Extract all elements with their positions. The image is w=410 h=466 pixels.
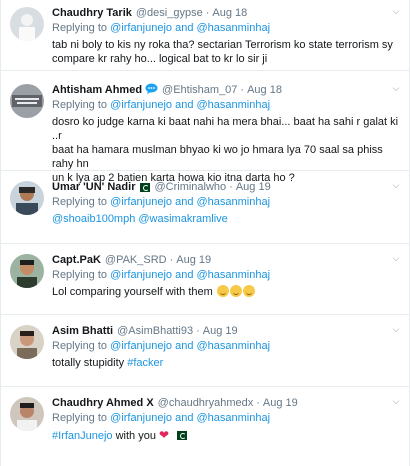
- replying-to-users[interactable]: @irfanjunejo and @hasanminhaj: [110, 340, 270, 352]
- rolling-laughing-emoji-icon: [229, 285, 242, 297]
- chevron-down-icon[interactable]: ⌵: [391, 324, 401, 334]
- replying-to-label: Replying to: [52, 412, 108, 424]
- separator: ·: [240, 84, 245, 96]
- chevron-down-icon[interactable]: ⌵: [391, 6, 401, 16]
- separator: ·: [229, 181, 233, 193]
- timestamp[interactable]: Aug 18: [212, 6, 247, 20]
- tweet[interactable]: Chaudhry Tarik @desi_gypse · Aug 18 Repl…: [1, 0, 409, 71]
- separator: ·: [196, 325, 200, 337]
- user-handle[interactable]: @Criminalwho: [154, 180, 226, 194]
- tweet-body: Asim Bhatti @AsimBhatti93 · Aug 19 Reply…: [52, 324, 401, 386]
- tweet-header: Chaudhry Ahmed X @chaudhryahmedx · Aug 1…: [52, 396, 401, 410]
- tweet-body: Chaudhry Tarik @desi_gypse · Aug 18 Repl…: [52, 6, 401, 70]
- tweet-text-content: totally stupidity: [52, 357, 125, 369]
- display-name[interactable]: Asim Bhatti: [52, 324, 113, 338]
- display-name[interactable]: Ahtisham Ahmed: [52, 83, 142, 97]
- tweet[interactable]: Capt.PaK @PAK_SRD · Aug 19 Replying to @…: [1, 244, 409, 315]
- avatar[interactable]: [10, 7, 44, 41]
- tweet[interactable]: Ahtisham Ahmed @Ehtisham_07 · Aug 18 Rep…: [1, 71, 409, 184]
- tweet-text-content: Lol comparing yourself with them: [52, 286, 213, 298]
- separator: ·: [256, 397, 260, 409]
- replying-to-label: Replying to: [52, 196, 108, 208]
- tweet-text: tab ni boly to kis ny roka tha? sectaria…: [52, 38, 401, 66]
- tweet-text-content: with you: [115, 430, 156, 442]
- avatar[interactable]: [10, 84, 44, 118]
- user-handle[interactable]: @AsimBhatti93: [117, 324, 193, 338]
- replying-to-label: Replying to: [52, 22, 108, 34]
- replying-to-label: Replying to: [52, 269, 108, 281]
- tweet-body: Chaudhry Ahmed X @chaudhryahmedx · Aug 1…: [52, 396, 401, 466]
- tweet-text: @shoaib100mph @wasimakramlive: [52, 212, 401, 226]
- replying-to: Replying to @irfanjunejo and @hasanminha…: [52, 411, 401, 425]
- tweet-body: Capt.PaK @PAK_SRD · Aug 19 Replying to @…: [52, 253, 401, 314]
- replying-to: Replying to @irfanjunejo and @hasanminha…: [52, 268, 401, 282]
- tweet-header: Chaudhry Tarik @desi_gypse · Aug 18: [52, 6, 401, 20]
- tweet-header: Asim Bhatti @AsimBhatti93 · Aug 19: [52, 324, 401, 338]
- avatar[interactable]: [10, 254, 44, 288]
- avatar[interactable]: [10, 181, 44, 215]
- replying-to-users[interactable]: @irfanjunejo and @hasanminhaj: [110, 99, 270, 111]
- replying-to: Replying to @irfanjunejo and @hasanminha…: [52, 339, 401, 353]
- pakistan-flag-icon: [174, 431, 188, 440]
- hashtag-link[interactable]: #facker: [127, 357, 163, 369]
- replying-to-users[interactable]: @irfanjunejo and @hasanminhaj: [110, 412, 270, 424]
- avatar[interactable]: [10, 397, 44, 431]
- avatar[interactable]: [10, 325, 44, 359]
- display-name[interactable]: Capt.PaK: [52, 253, 101, 267]
- chevron-down-icon[interactable]: ⌵: [391, 396, 401, 406]
- separator: ·: [205, 7, 210, 19]
- replying-to: Replying to @irfanjunejo and @hasanminha…: [52, 195, 401, 209]
- display-name[interactable]: Chaudhry Ahmed X: [52, 396, 154, 410]
- tweet-text-line: dosro ko judge karna ki baat nahi ha mer…: [52, 116, 399, 142]
- chevron-down-icon[interactable]: ⌵: [391, 180, 401, 190]
- tweet-header: Capt.PaK @PAK_SRD · Aug 19: [52, 253, 401, 267]
- pakistan-flag-icon: [137, 182, 151, 192]
- tweet-text-line: baat ha hamara muslman bhyao ki wo jo hm…: [52, 144, 383, 170]
- replying-to: Replying to @irfanjunejo and @hasanminha…: [52, 98, 401, 112]
- hashtag-link[interactable]: #IrfanJunejo: [52, 430, 113, 442]
- replying-to-label: Replying to: [52, 340, 108, 352]
- user-handle[interactable]: @chaudhryahmedx: [158, 396, 254, 410]
- timestamp[interactable]: Aug 19: [203, 324, 238, 338]
- timestamp[interactable]: Aug 18: [247, 83, 282, 97]
- chevron-down-icon[interactable]: ⌵: [391, 83, 401, 93]
- tweet-header: Ahtisham Ahmed @Ehtisham_07 · Aug 18: [52, 83, 401, 97]
- tweet[interactable]: Umar 'UN' Nadir @Criminalwho · Aug 19 Re…: [1, 171, 409, 244]
- rolling-laughing-emoji-icon: [242, 285, 255, 297]
- tweet-header: Umar 'UN' Nadir @Criminalwho · Aug 19: [52, 180, 401, 194]
- user-handle[interactable]: @desi_gypse: [136, 6, 203, 20]
- red-heart-icon: ❤: [159, 428, 170, 442]
- tweet-text: totally stupidity #facker: [52, 356, 401, 370]
- separator: ·: [169, 254, 174, 266]
- display-name[interactable]: Chaudhry Tarik: [52, 6, 132, 20]
- timestamp[interactable]: Aug 19: [176, 253, 211, 267]
- replying-to-users[interactable]: @irfanjunejo and @hasanminhaj: [110, 22, 270, 34]
- mention-links[interactable]: @shoaib100mph @wasimakramlive: [52, 213, 228, 225]
- tweet-text: Lol comparing yourself with them: [52, 285, 401, 299]
- tweet[interactable]: Chaudhry Ahmed X @chaudhryahmedx · Aug 1…: [1, 387, 409, 466]
- replying-to-users[interactable]: @irfanjunejo and @hasanminhaj: [110, 269, 270, 281]
- replying-to-label: Replying to: [52, 99, 108, 111]
- user-handle[interactable]: @PAK_SRD: [105, 253, 167, 267]
- display-name[interactable]: Umar 'UN' Nadir: [52, 180, 135, 194]
- user-handle[interactable]: @Ehtisham_07: [162, 83, 237, 97]
- timestamp[interactable]: Aug 19: [236, 180, 271, 194]
- replying-to: Replying to @irfanjunejo and @hasanminha…: [52, 21, 401, 35]
- chevron-down-icon[interactable]: ⌵: [391, 253, 401, 263]
- tweet[interactable]: Asim Bhatti @AsimBhatti93 · Aug 19 Reply…: [1, 315, 409, 387]
- tweet-body: Umar 'UN' Nadir @Criminalwho · Aug 19 Re…: [52, 180, 401, 243]
- rolling-laughing-emoji-icon: [216, 285, 229, 297]
- tweet-text-line: tab ni boly to kis ny roka tha? sectaria…: [52, 39, 393, 51]
- tweet-text-line: compare kr rahy ho... logical bat to kr …: [52, 53, 268, 65]
- timestamp[interactable]: Aug 19: [263, 396, 298, 410]
- speech-bubble-icon: [145, 83, 158, 98]
- replying-to-users[interactable]: @irfanjunejo and @hasanminhaj: [110, 196, 270, 208]
- tweet-text: #IrfanJunejo with you ❤: [52, 428, 401, 443]
- tweet-body: Ahtisham Ahmed @Ehtisham_07 · Aug 18 Rep…: [52, 83, 401, 184]
- reply-feed: Chaudhry Tarik @desi_gypse · Aug 18 Repl…: [0, 0, 410, 466]
